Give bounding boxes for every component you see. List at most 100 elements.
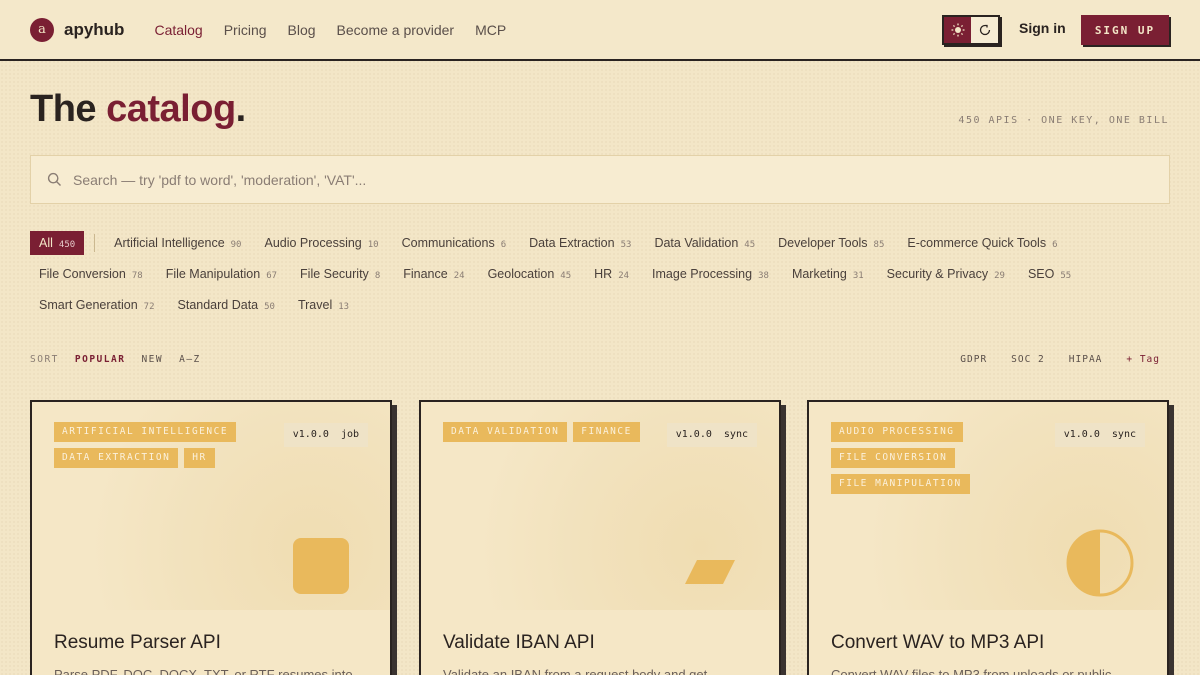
category-audio-processing[interactable]: Audio Processing 10	[255, 231, 387, 255]
card-tags: AUDIO PROCESSING FILE CONVERSION FILE MA…	[831, 422, 1051, 494]
category-developer-tools[interactable]: Developer Tools 85	[769, 231, 893, 255]
chip-label: File Conversion	[39, 267, 126, 281]
chip-label: File Manipulation	[165, 267, 261, 281]
api-card[interactable]: ARTIFICIAL INTELLIGENCE DATA EXTRACTION …	[30, 400, 392, 675]
sort-new[interactable]: NEW	[141, 354, 163, 365]
auto-theme-icon[interactable]	[971, 17, 998, 43]
card-title[interactable]: Validate IBAN API	[443, 632, 595, 654]
card-tag: FILE CONVERSION	[831, 448, 956, 468]
title-period: .	[235, 88, 247, 130]
category-data-extraction[interactable]: Data Extraction 53	[520, 231, 640, 255]
category-finance[interactable]: Finance 24	[394, 262, 473, 286]
chip-label: E-commerce Quick Tools	[907, 236, 1047, 250]
category-row: File Conversion 78 File Manipulation 67 Fi…	[30, 262, 1175, 286]
category-security-privacy[interactable]: Security & Privacy 29	[878, 262, 1014, 286]
filter-gdpr[interactable]: GDPR	[960, 354, 987, 365]
chip-label: File Security	[300, 267, 369, 281]
chip-label: Smart Generation	[39, 298, 138, 312]
card-description: Validate an IBAN from a request body and…	[443, 667, 708, 675]
category-all[interactable]: All 450	[30, 231, 85, 255]
sun-icon[interactable]	[944, 17, 971, 43]
category-hr[interactable]: HR 24	[585, 262, 638, 286]
filter-hipaa[interactable]: HIPAA	[1069, 354, 1103, 365]
title-accent: catalog	[106, 88, 236, 130]
chip-count: 45	[560, 271, 572, 281]
card-description: Convert WAV files to MP3 from uploads or…	[831, 667, 1112, 675]
card-tag: AUDIO PROCESSING	[831, 422, 963, 442]
chip-count: 10	[367, 240, 379, 250]
add-tag-button[interactable]: + Tag	[1126, 354, 1160, 365]
category-smart-generation[interactable]: Smart Generation 72	[30, 293, 164, 317]
chip-count: 31	[852, 271, 864, 281]
category-file-manipulation[interactable]: File Manipulation 67	[157, 262, 286, 286]
category-ecommerce-quick-tools[interactable]: E-commerce Quick Tools 6	[898, 231, 1066, 255]
theme-toggle[interactable]	[942, 15, 1000, 45]
api-card[interactable]: AUDIO PROCESSING FILE CONVERSION FILE MA…	[807, 400, 1169, 675]
card-tags: DATA VALIDATION FINANCE	[443, 422, 663, 442]
card-tag: FILE MANIPULATION	[831, 474, 970, 494]
version-badge: v1.0.0 sync	[1054, 423, 1145, 447]
chip-count: 90	[230, 240, 242, 250]
logo-mark[interactable]: a	[30, 17, 54, 42]
version-badge: v1.0.0 job	[283, 423, 368, 447]
sort-popular[interactable]: POPULAR	[75, 354, 126, 365]
card-title[interactable]: Resume Parser API	[54, 632, 221, 654]
chip-label: Communications	[401, 236, 495, 250]
title-text: The	[30, 88, 107, 130]
category-artificial-intelligence[interactable]: Artificial Intelligence 90	[105, 231, 250, 255]
nav-blog[interactable]: Blog	[288, 22, 316, 38]
sign-in-link[interactable]: Sign in	[1019, 20, 1066, 36]
chip-count: 38	[758, 271, 769, 281]
card-tag: DATA VALIDATION	[443, 422, 568, 442]
category-geolocation[interactable]: Geolocation 45	[479, 262, 581, 286]
nav-mcp[interactable]: MCP	[475, 22, 506, 38]
nav-become-provider[interactable]: Become a provider	[337, 22, 455, 38]
chip-count: 53	[620, 240, 632, 250]
filter-soc2[interactable]: SOC 2	[1011, 354, 1045, 365]
chip-count: 6	[1052, 240, 1058, 250]
chip-label: Finance	[403, 267, 448, 281]
card-description: Parse PDF, DOC, DOCX, TXT, or RTF resume…	[54, 667, 353, 675]
search-input[interactable]	[73, 171, 1073, 188]
category-communications[interactable]: Communications 6	[393, 231, 516, 255]
nav-catalog[interactable]: Catalog	[154, 22, 202, 38]
category-file-conversion[interactable]: File Conversion 78	[30, 262, 152, 286]
category-image-processing[interactable]: Image Processing 38	[643, 262, 778, 286]
card-tag: DATA EXTRACTION	[54, 448, 179, 468]
category-seo[interactable]: SEO 55	[1019, 262, 1080, 286]
divider	[94, 234, 96, 252]
parallelogram-shape	[685, 560, 735, 584]
card-title[interactable]: Convert WAV to MP3 API	[831, 632, 1044, 654]
chip-label: Geolocation	[487, 267, 555, 281]
chip-label: SEO	[1027, 267, 1055, 281]
rounded-square-shape	[293, 538, 349, 594]
page-title: The catalog.	[30, 88, 246, 131]
compliance-filters: GDPR SOC 2 HIPAA + Tag	[960, 354, 1160, 365]
chip-label: Security & Privacy	[886, 267, 989, 281]
chip-count: 85	[873, 240, 885, 250]
execution-mode: sync	[723, 429, 748, 440]
sort-controls: SORT POPULAR NEW A–Z	[30, 354, 201, 365]
category-row: Smart Generation 72 Standard Data 50 Trave…	[30, 293, 1175, 317]
search-bar[interactable]	[30, 155, 1170, 204]
chip-count: 24	[618, 271, 630, 281]
category-standard-data[interactable]: Standard Data 50	[169, 293, 284, 317]
api-card[interactable]: DATA VALIDATION FINANCE v1.0.0 sync Vali…	[419, 400, 781, 675]
chip-label: Audio Processing	[264, 236, 362, 250]
category-travel[interactable]: Travel 13	[289, 293, 358, 317]
chip-label: Image Processing	[652, 267, 753, 281]
chip-label: Artificial Intelligence	[114, 236, 225, 250]
version-number: v1.0.0	[292, 429, 329, 440]
sort-az[interactable]: A–Z	[179, 354, 201, 365]
chip-label: Developer Tools	[778, 236, 868, 250]
category-data-validation[interactable]: Data Validation 45	[645, 231, 764, 255]
brand-name[interactable]: apyhub	[64, 20, 124, 40]
chip-count: 8	[374, 271, 381, 281]
nav-pricing[interactable]: Pricing	[224, 22, 267, 38]
category-marketing[interactable]: Marketing 31	[783, 262, 873, 286]
sign-up-button[interactable]: SIGN UP	[1081, 15, 1169, 45]
category-file-security[interactable]: File Security 8	[291, 262, 389, 286]
category-filters: All 450 Artificial Intelligence 90 Audio P…	[30, 231, 1175, 324]
chip-count: 55	[1060, 271, 1072, 281]
card-tag: HR	[184, 448, 215, 468]
